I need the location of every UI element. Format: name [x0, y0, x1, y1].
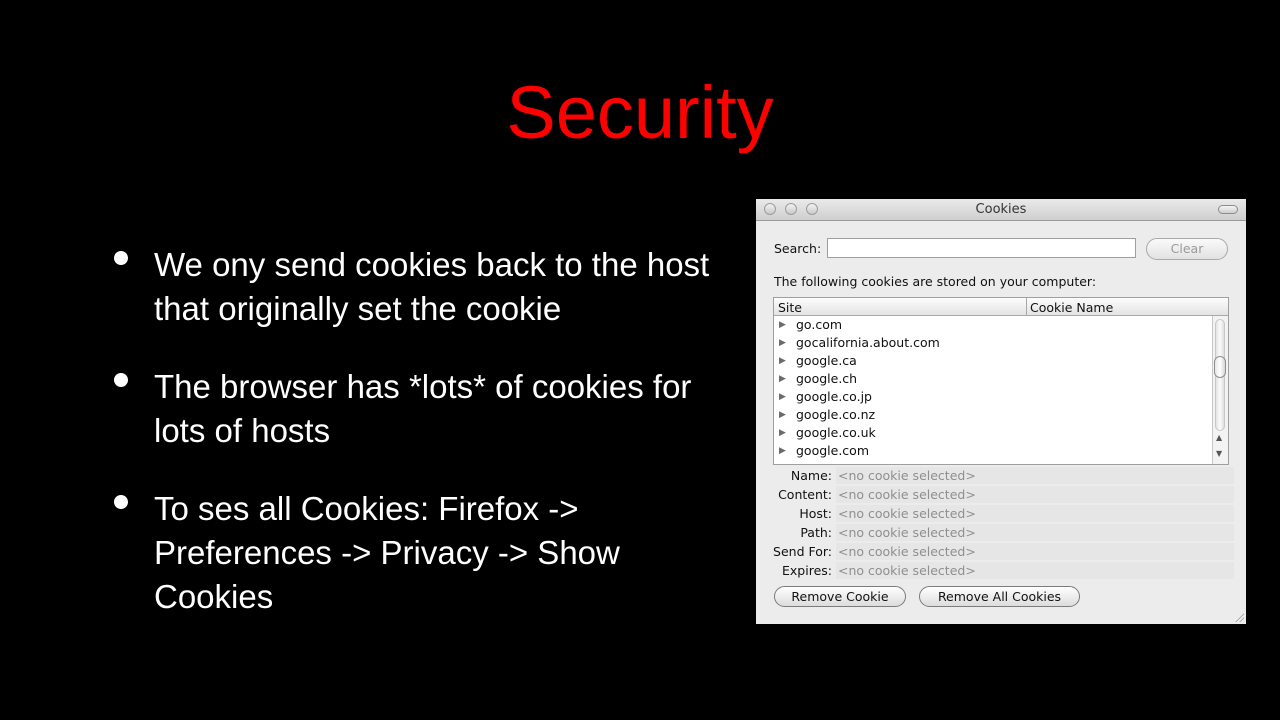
tree-row[interactable]: ▶ google.co.uk [774, 424, 1214, 442]
column-header-site[interactable]: Site [778, 300, 802, 315]
info-text: The following cookies are stored on your… [774, 274, 1097, 289]
scroll-down-arrow-icon[interactable]: ▼ [1216, 449, 1222, 458]
scroll-up-arrow-icon[interactable]: ▲ [1216, 433, 1222, 442]
disclosure-triangle-icon[interactable]: ▶ [779, 352, 786, 370]
bullet-list: We ony send cookies back to the host tha… [110, 243, 710, 653]
tree-row[interactable]: ▶ go.com [774, 316, 1214, 334]
bullet-dot-icon [114, 373, 128, 387]
cookie-details: Name: <no cookie selected> Content: <no coo… [756, 466, 1234, 580]
disclosure-triangle-icon[interactable]: ▶ [779, 442, 786, 460]
search-input[interactable] [827, 238, 1136, 258]
bullet-text: We ony send cookies back to the host tha… [154, 246, 710, 327]
bullet-item: To ses all Cookies: Firefox -> Preferenc… [110, 487, 710, 619]
tree-row[interactable]: ▶ google.co.nz [774, 406, 1214, 424]
detail-row: Path: <no cookie selected> [756, 523, 1234, 542]
disclosure-triangle-icon[interactable]: ▶ [779, 370, 786, 388]
bullet-item: We ony send cookies back to the host tha… [110, 243, 710, 331]
tree-row[interactable]: ▶ google.ca [774, 352, 1214, 370]
resize-grip-icon[interactable] [1234, 612, 1244, 622]
window-title: Cookies [975, 202, 1027, 217]
remove-cookie-button[interactable]: Remove Cookie [774, 586, 906, 607]
tree-row[interactable]: ▶ google.com [774, 442, 1214, 460]
site-name: google.co.uk [796, 425, 876, 440]
toolbar-toggle-button[interactable] [1218, 205, 1238, 214]
tree-row[interactable]: ▶ google.co.jp [774, 388, 1214, 406]
remove-all-cookies-button[interactable]: Remove All Cookies [919, 586, 1080, 607]
detail-label: Content: [778, 487, 832, 502]
bullet-text: To ses all Cookies: Firefox -> Preferenc… [154, 490, 620, 615]
title-bar[interactable]: Cookies [756, 199, 1246, 221]
detail-label: Host: [799, 506, 832, 521]
vertical-scrollbar[interactable]: ▲ ▼ [1212, 316, 1228, 464]
detail-value: <no cookie selected> [836, 562, 1234, 579]
cookie-tree[interactable]: Site Cookie Name ▶ go.com ▶ gocalifornia.ab… [773, 297, 1229, 465]
detail-value: <no cookie selected> [836, 505, 1234, 522]
disclosure-triangle-icon[interactable]: ▶ [779, 334, 786, 352]
site-name: google.com [796, 443, 869, 458]
bullet-text: The browser has *lots* of cookies for lo… [154, 368, 692, 449]
tree-row[interactable]: ▶ gocalifornia.about.com [774, 334, 1214, 352]
bullet-dot-icon [114, 495, 128, 509]
slide-title: Security [506, 71, 774, 154]
site-name: google.ca [796, 353, 857, 368]
bullet-item: The browser has *lots* of cookies for lo… [110, 365, 710, 453]
detail-label: Send For: [773, 544, 832, 559]
tree-row[interactable]: ▶ google.ch [774, 370, 1214, 388]
cookies-dialog: Cookies Search: Clear The following cook… [756, 199, 1246, 624]
detail-row: Host: <no cookie selected> [756, 504, 1234, 523]
disclosure-triangle-icon[interactable]: ▶ [779, 388, 786, 406]
bullet-dot-icon [114, 251, 128, 265]
search-label: Search: [774, 241, 822, 256]
detail-label: Expires: [782, 563, 832, 578]
detail-value: <no cookie selected> [836, 524, 1234, 541]
detail-label: Path: [800, 525, 832, 540]
detail-value: <no cookie selected> [836, 467, 1234, 484]
detail-row: Name: <no cookie selected> [756, 466, 1234, 485]
site-name: go.com [796, 317, 843, 332]
detail-row: Expires: <no cookie selected> [756, 561, 1234, 580]
site-name: google.co.nz [796, 407, 876, 422]
detail-row: Send For: <no cookie selected> [756, 542, 1234, 561]
disclosure-triangle-icon[interactable]: ▶ [779, 406, 786, 424]
tree-rows: ▶ go.com ▶ gocalifornia.about.com ▶ google.ca… [774, 316, 1214, 460]
detail-value: <no cookie selected> [836, 543, 1234, 560]
column-divider[interactable] [1026, 298, 1027, 315]
site-name: google.co.jp [796, 389, 872, 404]
column-header-cookie-name[interactable]: Cookie Name [1030, 300, 1113, 315]
disclosure-triangle-icon[interactable]: ▶ [779, 316, 786, 334]
detail-label: Name: [790, 468, 832, 483]
tree-header: Site Cookie Name [774, 298, 1228, 316]
site-name: gocalifornia.about.com [796, 335, 940, 350]
disclosure-triangle-icon[interactable]: ▶ [779, 424, 786, 442]
detail-value: <no cookie selected> [836, 486, 1234, 503]
scroll-thumb[interactable] [1214, 356, 1226, 378]
site-name: google.ch [796, 371, 858, 386]
clear-button[interactable]: Clear [1146, 238, 1228, 260]
detail-row: Content: <no cookie selected> [756, 485, 1234, 504]
